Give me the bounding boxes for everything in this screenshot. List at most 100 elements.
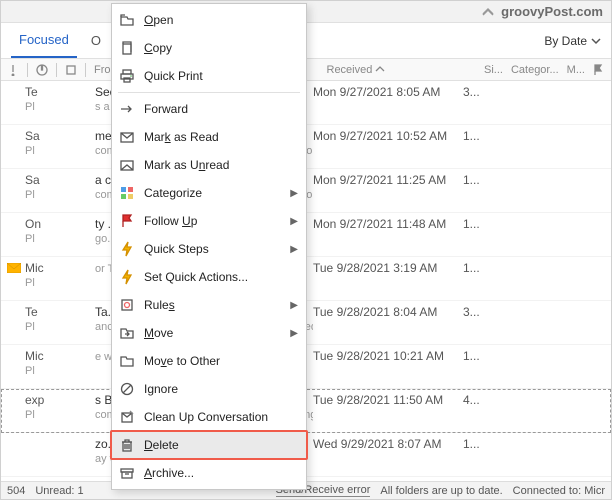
received-date: Tue 9/28/2021 10:21 AM	[313, 349, 463, 363]
context-menu: Open Copy Quick Print Forward Mark as Re…	[111, 3, 307, 490]
column-received[interactable]: Received	[327, 64, 388, 76]
status-unread: Unread: 1	[35, 485, 83, 497]
menu-item-label: Forward	[144, 102, 298, 116]
dropdown-chevron-icon	[481, 5, 495, 19]
attachment-icon[interactable]	[65, 64, 77, 76]
sender: Te	[25, 305, 95, 319]
column-mention[interactable]: M...	[567, 64, 585, 76]
sender: Sa	[25, 129, 95, 143]
sort-by-date[interactable]: By Date	[544, 34, 601, 48]
column-categories[interactable]: Categor...	[511, 64, 559, 76]
movefolder-icon	[118, 352, 136, 370]
menu-item-delete[interactable]: Delete	[112, 431, 306, 459]
menu-item-label: Quick Steps	[144, 242, 282, 256]
menu-item-label: Open	[144, 13, 298, 27]
print-icon	[118, 67, 136, 85]
submenu-arrow-icon: ▶	[290, 328, 298, 339]
size: 1...	[463, 129, 487, 143]
cleanup-icon	[118, 408, 136, 426]
sender: Mic	[25, 349, 95, 363]
flag-icon	[118, 212, 136, 230]
unread-envelope-icon	[7, 263, 21, 273]
forward-icon	[118, 100, 136, 118]
menu-item-label: Archive...	[144, 466, 298, 480]
tab-focused[interactable]: Focused	[11, 23, 77, 58]
size: 1...	[463, 261, 487, 275]
menu-item-label: Quick Print	[144, 69, 298, 83]
sender: Te	[25, 85, 95, 99]
markunread-icon	[118, 156, 136, 174]
menu-item-move-to-other[interactable]: Move to Other	[112, 347, 306, 375]
menu-item-follow-up[interactable]: Follow Up ▶	[112, 207, 306, 235]
menu-item-copy[interactable]: Copy	[112, 34, 306, 62]
menu-separator	[118, 92, 300, 93]
ignore-icon	[118, 380, 136, 398]
sender: On	[25, 217, 95, 231]
sender: exp	[25, 393, 95, 407]
received-date: Mon 9/27/2021 10:52 AM	[313, 129, 463, 143]
chevron-down-icon	[591, 36, 601, 46]
qs-icon	[118, 268, 136, 286]
column-size[interactable]: Si...	[484, 64, 503, 76]
rules-icon	[118, 296, 136, 314]
received-date: Tue 9/28/2021 8:04 AM	[313, 305, 463, 319]
menu-item-mark-as-unread[interactable]: Mark as Unread	[112, 151, 306, 179]
menu-item-label: Mark as Unread	[144, 158, 298, 172]
sender: Sa	[25, 173, 95, 187]
sort-asc-icon	[375, 64, 387, 76]
size: 1...	[463, 173, 487, 187]
reminder-icon[interactable]	[36, 64, 48, 76]
importance-icon[interactable]	[7, 64, 19, 76]
delete-icon	[118, 436, 136, 454]
qs-icon	[118, 240, 136, 258]
menu-item-archive[interactable]: Archive...	[112, 459, 306, 487]
menu-item-move[interactable]: Move ▶	[112, 319, 306, 347]
column-from[interactable]: Fro	[94, 64, 111, 76]
menu-item-set-quick-actions[interactable]: Set Quick Actions...	[112, 263, 306, 291]
received-date: Mon 9/27/2021 11:48 AM	[313, 217, 463, 231]
received-date: Wed 9/29/2021 8:07 AM	[313, 437, 463, 451]
menu-item-label: Copy	[144, 41, 298, 55]
menu-item-label: Mark as Read	[144, 130, 298, 144]
size: 1...	[463, 217, 487, 231]
menu-item-rules[interactable]: Rules ▶	[112, 291, 306, 319]
received-date: Tue 9/28/2021 3:19 AM	[313, 261, 463, 275]
submenu-arrow-icon: ▶	[290, 300, 298, 311]
markread-icon	[118, 128, 136, 146]
menu-item-mark-as-read[interactable]: Mark as Read	[112, 123, 306, 151]
menu-item-label: Ignore	[144, 382, 298, 396]
menu-item-forward[interactable]: Forward	[112, 95, 306, 123]
menu-item-label: Follow Up	[144, 214, 282, 228]
sender: Mic	[25, 261, 95, 275]
received-date: Mon 9/27/2021 8:05 AM	[313, 85, 463, 99]
size: 1...	[463, 349, 487, 363]
received-date: Tue 9/28/2021 11:50 AM	[313, 393, 463, 407]
watermark: groovyPost.com	[501, 4, 603, 19]
menu-item-label: Categorize	[144, 186, 282, 200]
status-folders: All folders are up to date.	[380, 485, 502, 497]
size: 3...	[463, 85, 487, 99]
menu-item-label: Move to Other	[144, 354, 298, 368]
tab-other[interactable]: O	[87, 24, 105, 57]
menu-item-ignore[interactable]: Ignore	[112, 375, 306, 403]
menu-item-label: Rules	[144, 298, 282, 312]
menu-item-quick-print[interactable]: Quick Print	[112, 62, 306, 90]
menu-item-open[interactable]: Open	[112, 6, 306, 34]
received-date: Mon 9/27/2021 11:25 AM	[313, 173, 463, 187]
status-connected: Connected to: Micr	[513, 485, 605, 497]
submenu-arrow-icon: ▶	[290, 216, 298, 227]
open-icon	[118, 11, 136, 29]
menu-item-quick-steps[interactable]: Quick Steps ▶	[112, 235, 306, 263]
menu-item-clean-up-conversation[interactable]: Clean Up Conversation	[112, 403, 306, 431]
copy-icon	[118, 39, 136, 57]
size: 3...	[463, 305, 487, 319]
menu-item-label: Clean Up Conversation	[144, 410, 298, 424]
flag-column-icon[interactable]	[593, 64, 605, 76]
submenu-arrow-icon: ▶	[290, 244, 298, 255]
submenu-arrow-icon: ▶	[290, 188, 298, 199]
menu-item-label: Move	[144, 326, 282, 340]
menu-item-label: Set Quick Actions...	[144, 270, 298, 284]
menu-item-categorize[interactable]: Categorize ▶	[112, 179, 306, 207]
archive-icon	[118, 464, 136, 482]
move-icon	[118, 324, 136, 342]
